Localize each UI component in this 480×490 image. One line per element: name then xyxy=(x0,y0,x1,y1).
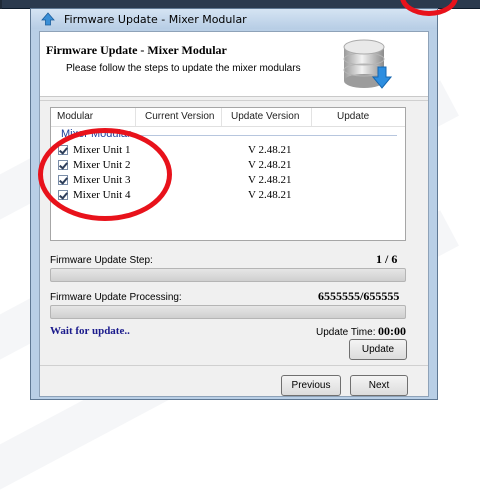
processing-value: 6555555/655555 xyxy=(318,289,400,303)
next-button[interactable]: Next xyxy=(350,375,408,396)
column-divider xyxy=(221,108,222,126)
column-current-version[interactable]: Current Version xyxy=(145,111,214,122)
column-update-version[interactable]: Update Version xyxy=(231,111,299,122)
update-version: V 2.48.21 xyxy=(248,174,292,186)
database-download-icon xyxy=(343,39,392,89)
update-version: V 2.48.21 xyxy=(248,189,292,201)
column-divider xyxy=(311,108,312,126)
update-version: V 2.48.21 xyxy=(248,159,292,171)
header-separator xyxy=(40,100,428,101)
update-time-value: 00:00 xyxy=(378,324,406,338)
column-modular[interactable]: Modular xyxy=(57,111,93,122)
update-button[interactable]: Update xyxy=(349,339,407,360)
list-header: Modular Current Version Update Version U… xyxy=(51,108,405,127)
update-time-label: Update Time: xyxy=(316,327,376,338)
title-bar[interactable]: Firmware Update - Mixer Modular xyxy=(31,9,437,29)
processing-label: Firmware Update Processing: xyxy=(50,292,182,303)
header-subtitle: Please follow the steps to update the mi… xyxy=(66,63,301,74)
window-title: Firmware Update - Mixer Modular xyxy=(64,13,247,26)
previous-button[interactable]: Previous xyxy=(281,375,341,396)
column-divider xyxy=(135,108,136,126)
step-progress-bar xyxy=(50,268,406,282)
column-update[interactable]: Update xyxy=(337,111,369,122)
header-title: Firmware Update - Mixer Modular xyxy=(46,43,227,57)
processing-progress-bar xyxy=(50,305,406,319)
status-message: Wait for update.. xyxy=(50,325,130,337)
step-label: Firmware Update Step: xyxy=(50,255,153,266)
footer-separator xyxy=(40,365,428,366)
group-divider xyxy=(139,135,397,136)
dialog-header: Firmware Update - Mixer Modular Please f… xyxy=(40,32,428,97)
update-version: V 2.48.21 xyxy=(248,144,292,156)
annotation-circle xyxy=(38,128,172,221)
upload-arrow-icon xyxy=(41,12,55,26)
step-value: 1 / 6 xyxy=(376,252,398,266)
